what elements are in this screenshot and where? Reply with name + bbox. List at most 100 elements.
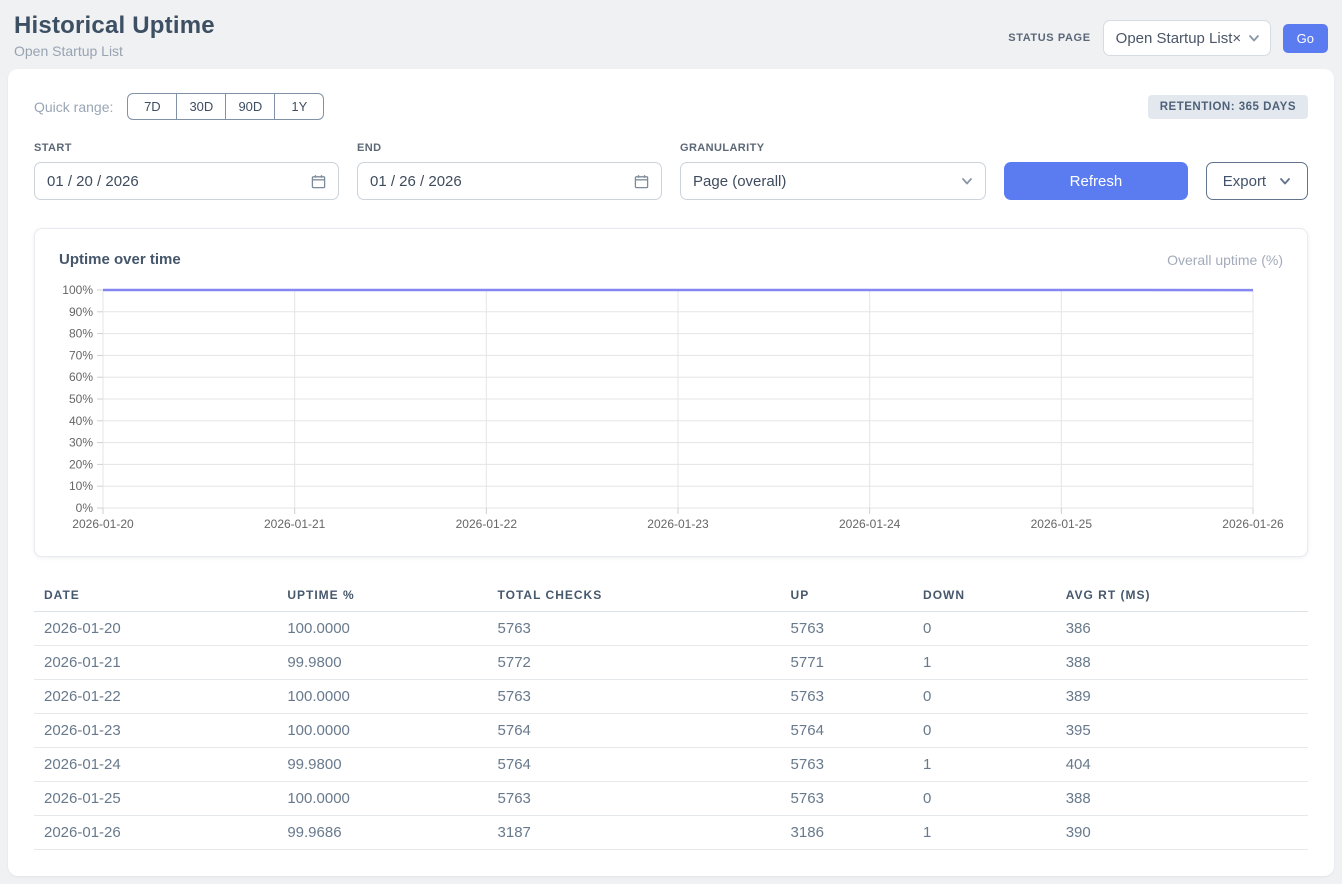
table-cell: 3186	[781, 816, 913, 850]
table-cell: 0	[913, 680, 1056, 714]
retention-badge: RETENTION: 365 DAYS	[1148, 95, 1308, 119]
table-row: 2026-01-20100.0000576357630386	[34, 612, 1308, 646]
x-axis-tick-label: 2026-01-21	[264, 517, 326, 531]
table-cell: 100.0000	[277, 714, 487, 748]
table-cell: 5764	[488, 748, 781, 782]
x-axis-tick-label: 2026-01-25	[1031, 517, 1093, 531]
quick-range-90d[interactable]: 90D	[225, 93, 275, 120]
table-cell: 0	[913, 782, 1056, 816]
table-cell: 5772	[488, 646, 781, 680]
table-cell: 0	[913, 714, 1056, 748]
main-panel: Quick range: 7D30D90D1Y RETENTION: 365 D…	[8, 69, 1334, 876]
y-axis-tick-label: 0%	[76, 501, 94, 515]
column-header: DOWN	[913, 579, 1056, 612]
column-header: UP	[781, 579, 913, 612]
end-date-value: 01 / 26 / 2026	[370, 173, 462, 190]
y-axis-tick-label: 100%	[62, 283, 93, 297]
calendar-icon[interactable]	[634, 174, 649, 189]
quick-range-buttons: 7D30D90D1Y	[127, 93, 324, 120]
table-cell: 386	[1056, 612, 1308, 646]
table-cell: 2026-01-22	[34, 680, 277, 714]
quick-range-7d[interactable]: 7D	[127, 93, 177, 120]
header-controls: STATUS PAGE Open Startup List× Go	[1008, 20, 1328, 56]
table-cell: 404	[1056, 748, 1308, 782]
table-cell: 389	[1056, 680, 1308, 714]
table-cell: 390	[1056, 816, 1308, 850]
status-page-select-value: Open Startup List×	[1116, 30, 1242, 47]
table-cell: 5763	[781, 748, 913, 782]
export-button-label: Export	[1223, 173, 1266, 190]
table-cell: 395	[1056, 714, 1308, 748]
filter-row: START 01 / 20 / 2026 END 01 / 26 / 2026	[34, 142, 1308, 200]
table-cell: 5763	[488, 680, 781, 714]
start-date-label: START	[34, 142, 339, 154]
table-cell: 5764	[488, 714, 781, 748]
page-header: Historical Uptime Open Startup List STAT…	[0, 0, 1342, 65]
y-axis-tick-label: 10%	[69, 479, 93, 493]
y-axis-tick-label: 70%	[69, 348, 93, 362]
page-heading-group: Historical Uptime Open Startup List	[14, 12, 215, 59]
table-cell: 2026-01-25	[34, 782, 277, 816]
uptime-table-body: 2026-01-20100.00005763576303862026-01-21…	[34, 612, 1308, 850]
table-cell: 1	[913, 816, 1056, 850]
y-axis-tick-label: 80%	[69, 327, 93, 341]
table-cell: 388	[1056, 646, 1308, 680]
chart-area: 0%10%20%30%40%50%60%70%80%90%100%2026-01…	[59, 282, 1283, 540]
end-date-label: END	[357, 142, 662, 154]
calendar-icon[interactable]	[311, 174, 326, 189]
table-cell: 388	[1056, 782, 1308, 816]
table-cell: 2026-01-24	[34, 748, 277, 782]
go-button[interactable]: Go	[1283, 24, 1328, 53]
granularity-value: Page (overall)	[693, 173, 786, 190]
uptime-table-head-row: DATEUPTIME %TOTAL CHECKSUPDOWNAVG RT (MS…	[34, 579, 1308, 612]
chart-legend: Overall uptime (%)	[1167, 252, 1283, 268]
quick-range-30d[interactable]: 30D	[176, 93, 226, 120]
table-cell: 2026-01-26	[34, 816, 277, 850]
table-row: 2026-01-2699.9686318731861390	[34, 816, 1308, 850]
table-cell: 5763	[488, 612, 781, 646]
table-row: 2026-01-25100.0000576357630388	[34, 782, 1308, 816]
y-axis-tick-label: 20%	[69, 457, 93, 471]
table-row: 2026-01-22100.0000576357630389	[34, 680, 1308, 714]
start-date-input[interactable]: 01 / 20 / 2026	[34, 162, 339, 200]
table-cell: 100.0000	[277, 612, 487, 646]
table-cell: 5771	[781, 646, 913, 680]
refresh-button[interactable]: Refresh	[1004, 162, 1188, 200]
table-cell: 1	[913, 646, 1056, 680]
y-axis-tick-label: 50%	[69, 392, 93, 406]
quick-range-label: Quick range:	[34, 99, 113, 115]
table-cell: 100.0000	[277, 680, 487, 714]
table-cell: 99.9800	[277, 646, 487, 680]
column-header: DATE	[34, 579, 277, 612]
quick-range-1y[interactable]: 1Y	[274, 93, 324, 120]
table-cell: 99.9800	[277, 748, 487, 782]
status-page-label: STATUS PAGE	[1008, 32, 1090, 44]
uptime-chart-svg: 0%10%20%30%40%50%60%70%80%90%100%2026-01…	[59, 282, 1285, 540]
granularity-select[interactable]: Page (overall)	[680, 162, 986, 200]
chevron-down-icon	[961, 175, 973, 187]
start-date-value: 01 / 20 / 2026	[47, 173, 139, 190]
x-axis-tick-label: 2026-01-22	[456, 517, 518, 531]
x-axis-tick-label: 2026-01-26	[1222, 517, 1284, 531]
export-button[interactable]: Export	[1206, 162, 1308, 200]
uptime-table: DATEUPTIME %TOTAL CHECKSUPDOWNAVG RT (MS…	[34, 579, 1308, 850]
table-cell: 3187	[488, 816, 781, 850]
table-cell: 100.0000	[277, 782, 487, 816]
table-row: 2026-01-2199.9800577257711388	[34, 646, 1308, 680]
page-title: Historical Uptime	[14, 12, 215, 40]
table-row: 2026-01-2499.9800576457631404	[34, 748, 1308, 782]
table-cell: 1	[913, 748, 1056, 782]
x-axis-tick-label: 2026-01-20	[72, 517, 134, 531]
chart-title: Uptime over time	[59, 251, 181, 268]
table-cell: 5763	[781, 782, 913, 816]
granularity-label: GRANULARITY	[680, 142, 986, 154]
x-axis-tick-label: 2026-01-23	[647, 517, 709, 531]
y-axis-tick-label: 30%	[69, 436, 93, 450]
table-row: 2026-01-23100.0000576457640395	[34, 714, 1308, 748]
start-date-field-group: START 01 / 20 / 2026	[34, 142, 339, 200]
chevron-down-icon	[1248, 32, 1260, 44]
table-cell: 5763	[781, 612, 913, 646]
end-date-input[interactable]: 01 / 26 / 2026	[357, 162, 662, 200]
end-date-field-group: END 01 / 26 / 2026	[357, 142, 662, 200]
status-page-select[interactable]: Open Startup List×	[1103, 20, 1271, 56]
